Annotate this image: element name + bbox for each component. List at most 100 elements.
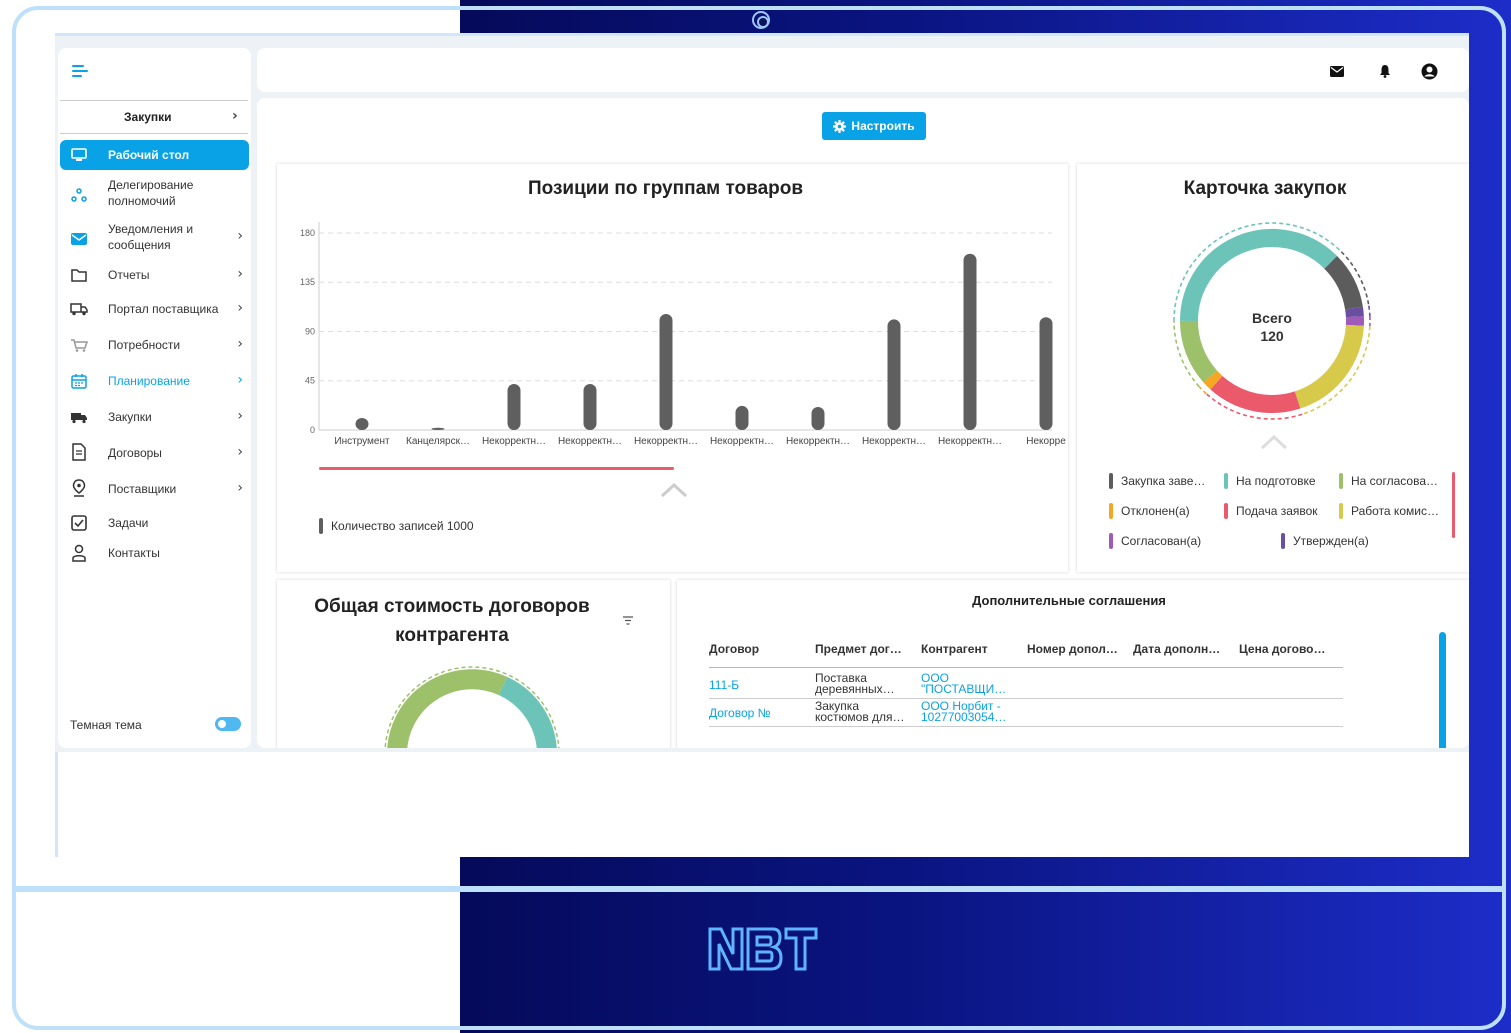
table-header-cell[interactable]: Договор [709, 642, 759, 656]
table-cell: деревянных… [815, 682, 895, 696]
bar[interactable] [507, 384, 521, 430]
delivery-icon [70, 408, 88, 426]
scroll-indicator[interactable] [319, 467, 674, 470]
legend-swatch [319, 518, 323, 534]
legend-label: На подготовке [1236, 474, 1316, 488]
legend-label: Количество записей 1000 [331, 519, 474, 533]
y-tick-label: 135 [300, 277, 315, 287]
sidebar-item-needs[interactable]: Потребности › [60, 334, 249, 356]
legend-swatch [1109, 473, 1113, 489]
table-header-cell[interactable]: Дата дополн… [1133, 642, 1220, 656]
bar[interactable] [355, 417, 369, 430]
bar[interactable] [735, 405, 749, 430]
truck-icon [70, 300, 88, 318]
camera-icon [752, 11, 770, 29]
chevron-right-icon: › [237, 266, 243, 282]
top-bar [257, 48, 1469, 92]
contract-value-title: Общая стоимость договоров контрагента [314, 596, 590, 646]
bar[interactable] [887, 319, 901, 430]
table-cell[interactable]: 111-Б [709, 679, 739, 691]
donut-slice[interactable] [1324, 256, 1363, 310]
sidebar-item-label: Закупки [108, 410, 152, 424]
x-tick-label: Некорректн… [482, 436, 546, 447]
legend-scroll-indicator[interactable] [1452, 472, 1455, 538]
table-header-cell[interactable]: Контрагент [921, 642, 988, 656]
legend-label: Подача заявок [1236, 504, 1318, 518]
table-header-cell[interactable]: Предмет дог… [815, 642, 902, 656]
sidebar-section-header[interactable]: Закупки › [60, 100, 248, 134]
x-tick-label: Некорректн… [558, 436, 622, 447]
donut-slice[interactable] [1345, 306, 1364, 318]
donut-center-label: Всего 120 [1237, 309, 1307, 345]
agreements-title: Дополнительные соглашения [972, 593, 1166, 608]
sidebar-item-label: Уведомления и сообщения [108, 222, 194, 252]
legend-label: Закупка заве… [1121, 474, 1206, 488]
sidebar-item-procurement[interactable]: Закупки › [60, 406, 249, 428]
sidebar-item-notifications[interactable]: Уведомления и сообщения › [60, 220, 249, 256]
sidebar-item-planning[interactable]: Планирование › [60, 370, 249, 392]
chevron-right-icon: › [232, 108, 238, 124]
legend-label: Утвержден(а) [1293, 534, 1369, 548]
table-scrollbar[interactable] [1439, 632, 1446, 748]
sidebar-item-tasks[interactable]: Задачи [60, 512, 249, 534]
folder-icon [70, 266, 88, 284]
chevron-up-icon[interactable] [660, 482, 688, 498]
donut-slice[interactable] [1203, 370, 1223, 390]
donut-outer-ring [1368, 305, 1371, 316]
gear-icon [833, 119, 847, 133]
bar[interactable] [431, 427, 445, 430]
table-header-divider [709, 667, 1343, 668]
sidebar-item-suppliers[interactable]: Поставщики › [60, 478, 249, 500]
sidebar-item-reports[interactable]: Отчеты › [60, 264, 249, 286]
sidebar-item-label: Делегирование полномочий [108, 178, 194, 208]
sidebar-item-label: Договоры [108, 446, 162, 460]
bar[interactable] [963, 253, 977, 430]
sidebar-item-delegation[interactable]: Делегирование полномочий [60, 176, 249, 212]
legend-label: На согласова… [1351, 474, 1438, 488]
sidebar-section-label: Закупки [124, 110, 172, 124]
chevron-up-icon[interactable] [1260, 434, 1288, 450]
chevron-right-icon: › [237, 408, 243, 424]
table-cell[interactable]: "ПОСТАВЩИ… [921, 683, 1006, 695]
bar[interactable] [583, 384, 597, 430]
y-tick-label: 45 [305, 376, 315, 386]
donut-total-value: 120 [1260, 328, 1284, 344]
agreements-card: Дополнительные соглашения Договор Предмет… [677, 580, 1469, 748]
sidebar-item-contacts[interactable]: Контакты [60, 542, 249, 564]
table-header-cell[interactable]: Номер допол… [1027, 642, 1118, 656]
table-row[interactable]: 111-Б Поставка деревянных… ООО "ПОСТАВЩИ… [709, 671, 1343, 699]
x-tick-label: Некорректн… [634, 436, 698, 447]
table-cell[interactable]: Договор № [709, 707, 771, 719]
bar[interactable] [811, 407, 825, 430]
donut-slice[interactable] [1210, 375, 1301, 413]
donut-slice[interactable] [1179, 320, 1218, 383]
sidebar-item-label: Отчеты [108, 268, 150, 282]
legend-label: Согласован(а) [1121, 534, 1202, 548]
chevron-right-icon: › [237, 444, 243, 460]
procurement-card: Карточка закупок Всего 120 Закупка заве…… [1077, 164, 1469, 572]
configure-button[interactable]: Настроить [822, 112, 926, 140]
sidebar-item-label: Поставщики [108, 482, 177, 496]
user-account-icon[interactable] [1420, 62, 1438, 80]
bar[interactable] [1039, 317, 1053, 430]
device-divider [16, 886, 1506, 892]
filter-lines-icon[interactable] [623, 616, 633, 625]
table-cell: костюмов для… [815, 710, 905, 724]
bar[interactable] [659, 313, 673, 430]
dark-theme-toggle[interactable] [215, 717, 241, 731]
sidebar-item-label: Контакты [108, 546, 160, 560]
sidebar-item-supplier-portal[interactable]: Портал поставщика › [60, 298, 249, 320]
table-row[interactable]: Договор № Закупка костюмов для… ООО Норбит … [709, 699, 1343, 727]
legend-label: Работа комис… [1351, 504, 1439, 518]
sidebar-item-contracts[interactable]: Договоры › [60, 442, 249, 464]
bell-icon[interactable] [1376, 62, 1394, 80]
menu-toggle-icon[interactable] [72, 65, 88, 79]
mail-icon [70, 230, 88, 248]
table-header-cell[interactable]: Цена догово… [1239, 642, 1326, 656]
chevron-right-icon: › [237, 372, 243, 388]
mail-icon[interactable] [1328, 62, 1346, 80]
table-cell[interactable]: 10277003054… [921, 711, 1006, 723]
app-screen: Закупки › Рабочий стол Делегирование пол… [55, 33, 1469, 857]
sidebar-item-desktop[interactable]: Рабочий стол [60, 140, 249, 170]
sidebar-item-label: Портал поставщика [108, 302, 219, 316]
